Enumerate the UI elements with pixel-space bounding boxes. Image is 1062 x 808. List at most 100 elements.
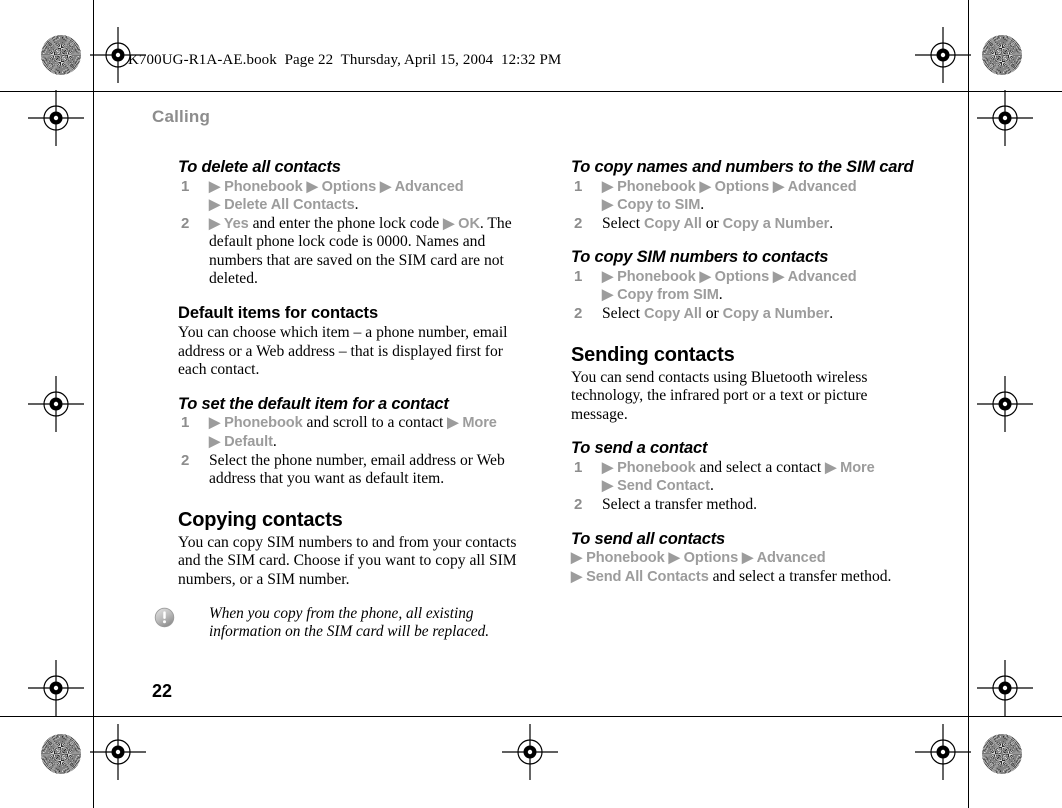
step-text: Select — [602, 304, 644, 322]
step-number: 2 — [574, 496, 583, 514]
registration-target-upper-right-inner — [977, 90, 1033, 146]
menu-path-reference: ▶ More — [825, 459, 875, 476]
procedure-steps-set-default-item: 1 ▶ Phonebook and scroll to a contact ▶ … — [178, 414, 524, 488]
density-burst-top-left — [41, 35, 81, 75]
book-file-header: K700UG-R1A-AE.book Page 22 Thursday, Apr… — [128, 52, 562, 68]
menu-path-reference: ▶ Copy from SIM — [602, 287, 719, 304]
page-edge-top-horizontal — [0, 91, 1062, 92]
step-text: . — [829, 214, 834, 232]
step-text: or — [701, 304, 723, 322]
procedure-steps-copy-from-sim: 1 ▶ Phonebook ▶ Options ▶ Advanced ▶ Cop… — [571, 268, 917, 324]
step-number: 1 — [181, 177, 190, 195]
menu-path-reference: ▶ Phonebook ▶ Options ▶ Advanced — [571, 550, 826, 567]
note-callout: When you copy from the phone, all existi… — [154, 604, 524, 642]
procedure-steps-send-a-contact: 1 ▶ Phonebook and select a contact ▶ Mor… — [571, 459, 917, 515]
menu-path-reference: ▶ More — [447, 415, 497, 432]
menu-path-reference: ▶ Phonebook ▶ Options ▶ Advanced — [209, 178, 464, 195]
left-text-column: To delete all contacts 1 ▶ Phonebook ▶ O… — [154, 158, 524, 642]
menu-option-reference: Copy a Number — [722, 305, 830, 322]
registration-target-lower-right-inner — [977, 660, 1033, 716]
procedure-step: 1 ▶ Phonebook ▶ Options ▶ Advanced ▶ Del… — [178, 178, 524, 215]
section-body-copying-contacts: You can copy SIM numbers to and from you… — [178, 533, 517, 588]
procedure-step: 2 Select a transfer method. — [571, 496, 917, 515]
step-text: . — [272, 432, 277, 450]
procedure-step: 2 Select Copy All or Copy a Number. — [571, 305, 917, 324]
subsection-heading-default-items: Default items for contacts — [178, 304, 379, 323]
section-heading-copying-contacts: Copying contacts — [178, 508, 343, 531]
procedure-steps-copy-to-sim: 1 ▶ Phonebook ▶ Options ▶ Advanced ▶ Cop… — [571, 178, 917, 234]
step-text: and enter the phone lock code — [248, 214, 444, 232]
subsection-body-default-items: You can choose which item – a phone numb… — [178, 324, 508, 379]
menu-option-reference: Copy All — [644, 305, 702, 322]
page-edge-right-vertical — [968, 0, 969, 808]
menu-option-reference: Copy All — [644, 215, 702, 232]
step-text: or — [701, 214, 723, 232]
procedure-steps-delete-all-contacts: 1 ▶ Phonebook ▶ Options ▶ Advanced ▶ Del… — [178, 178, 524, 290]
running-head-chapter: Calling — [152, 107, 211, 126]
step-text: Select the phone number, email address o… — [209, 451, 505, 488]
procedure-step: 1 ▶ Phonebook and scroll to a contact ▶ … — [178, 414, 524, 451]
procedure-heading-set-default-item: To set the default item for a contact — [178, 394, 449, 413]
menu-path-reference: ▶ Send All Contacts — [571, 568, 709, 585]
procedure-heading-copy-from-sim: To copy SIM numbers to contacts — [571, 248, 829, 267]
registration-target-upper-left-inner — [28, 90, 84, 146]
step-text: . — [829, 304, 834, 322]
step-number: 2 — [574, 214, 583, 232]
procedure-steps-send-all-contacts: ▶ Phonebook ▶ Options ▶ Advanced ▶ Send … — [571, 549, 917, 586]
procedure-step: 1 ▶ Phonebook ▶ Options ▶ Advanced ▶ Cop… — [571, 178, 917, 215]
step-number: 1 — [574, 177, 583, 195]
density-burst-bottom-right — [982, 734, 1022, 774]
step-number: 1 — [574, 458, 583, 476]
registration-target-bottom-right — [915, 724, 971, 780]
step-number: 1 — [574, 267, 583, 285]
page-edge-left-vertical — [93, 0, 94, 808]
step-text: . — [700, 196, 705, 214]
menu-path-reference: ▶ Delete All Contacts — [209, 197, 355, 214]
menu-path-reference: ▶ Phonebook — [602, 459, 696, 476]
registration-target-bottom-center — [502, 724, 558, 780]
step-text: Select a transfer method. — [602, 496, 758, 514]
registration-target-middle-right — [977, 376, 1033, 432]
procedure-step: 2 Select the phone number, email address… — [178, 452, 524, 489]
procedure-heading-send-a-contact: To send a contact — [571, 439, 708, 458]
note-text: When you copy from the phone, all existi… — [209, 604, 490, 640]
procedure-step: 2 ▶ Yes and enter the phone lock code ▶ … — [178, 215, 524, 289]
menu-path-reference: ▶ Send Contact — [602, 478, 710, 495]
procedure-step: 1 ▶ Phonebook ▶ Options ▶ Advanced ▶ Cop… — [571, 268, 917, 305]
page-number-folio: 22 — [152, 681, 173, 701]
menu-path-reference: ▶ Phonebook ▶ Options ▶ Advanced — [602, 268, 857, 285]
density-burst-top-right — [982, 35, 1022, 75]
step-text: . — [718, 286, 723, 304]
menu-path-reference: ▶ Phonebook ▶ Options ▶ Advanced — [602, 178, 857, 195]
step-text: and scroll to a contact — [302, 414, 448, 432]
step-number: 2 — [181, 214, 190, 232]
menu-path-reference: ▶ OK — [443, 215, 480, 232]
section-body-sending-contacts: You can send contacts using Bluetooth wi… — [571, 368, 868, 423]
info-exclamation-icon — [154, 607, 175, 627]
step-number: 2 — [181, 451, 190, 469]
registration-target-bottom-left — [90, 724, 146, 780]
menu-path-reference: ▶ Yes — [209, 215, 249, 232]
registration-target-lower-left-inner — [28, 660, 84, 716]
step-number: 1 — [181, 414, 190, 432]
density-burst-bottom-left — [41, 734, 81, 774]
step-text: and select a contact — [695, 458, 826, 476]
step-text: Select — [602, 214, 644, 232]
step-text: . — [354, 196, 359, 214]
procedure-step: 1 ▶ Phonebook and select a contact ▶ Mor… — [571, 459, 917, 496]
registration-target-top-right — [915, 27, 971, 83]
menu-path-reference: ▶ Default — [209, 433, 273, 450]
menu-path-reference: ▶ Phonebook — [209, 415, 303, 432]
section-heading-sending-contacts: Sending contacts — [571, 343, 735, 366]
menu-option-reference: Copy a Number — [722, 215, 830, 232]
registration-target-middle-left — [28, 376, 84, 432]
page-edge-bottom-horizontal — [0, 716, 1062, 717]
